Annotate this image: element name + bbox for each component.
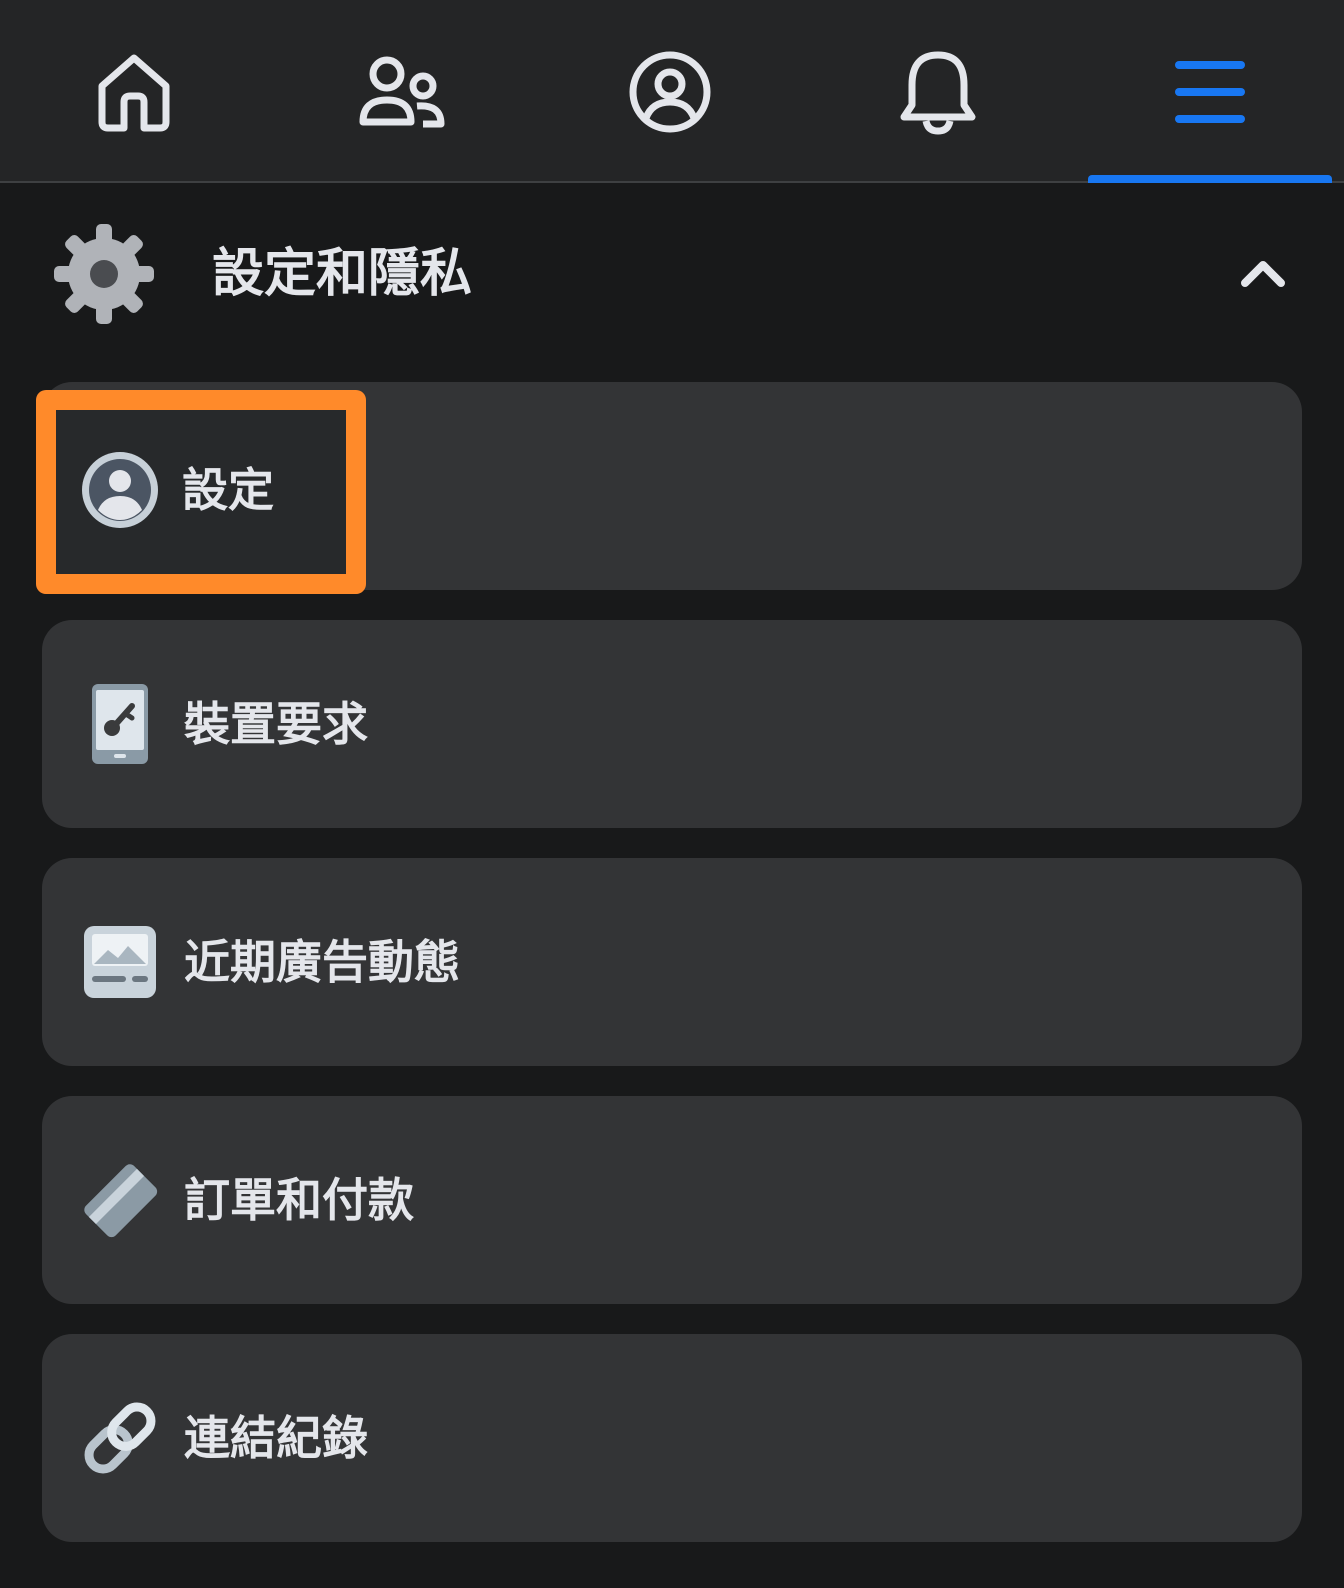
tab-menu[interactable] xyxy=(1076,0,1344,183)
section-title: 設定和隱私 xyxy=(212,244,473,304)
menu-item-label: 設定 xyxy=(182,463,274,517)
menu-item-device-requests[interactable]: 裝置要求 xyxy=(42,620,1302,828)
profile-icon xyxy=(629,51,711,132)
tab-home[interactable] xyxy=(0,0,268,183)
menu-item-label: 訂單和付款 xyxy=(184,1173,414,1227)
account-settings-icon xyxy=(82,452,158,528)
highlight-box: 設定 xyxy=(36,390,366,594)
payment-card-icon xyxy=(84,1164,158,1238)
top-navigation-bar xyxy=(0,0,1344,183)
tab-friends[interactable] xyxy=(268,0,536,183)
home-icon xyxy=(98,54,170,131)
menu-item-recent-ad-activity[interactable]: 近期廣告動態 xyxy=(42,858,1302,1066)
settings-privacy-section-header[interactable]: 設定和隱私 xyxy=(0,200,1344,350)
bell-icon xyxy=(900,51,976,135)
menu-item-link-history[interactable]: 連結紀錄 xyxy=(42,1334,1302,1542)
gear-icon xyxy=(54,224,154,324)
menu-item-label: 連結紀錄 xyxy=(184,1411,368,1465)
menu-icon xyxy=(1175,60,1245,123)
ad-activity-icon xyxy=(84,926,156,998)
link-icon xyxy=(84,1402,156,1474)
menu-item-label: 近期廣告動態 xyxy=(184,935,460,989)
active-tab-indicator xyxy=(1088,175,1332,183)
friends-icon xyxy=(359,56,445,127)
tab-notifications[interactable] xyxy=(804,0,1072,183)
tab-profile[interactable] xyxy=(536,0,804,183)
menu-item-orders-payments[interactable]: 訂單和付款 xyxy=(42,1096,1302,1304)
device-key-icon xyxy=(92,684,148,764)
chevron-up-icon[interactable] xyxy=(1240,258,1286,288)
menu-item-label: 裝置要求 xyxy=(184,697,368,751)
